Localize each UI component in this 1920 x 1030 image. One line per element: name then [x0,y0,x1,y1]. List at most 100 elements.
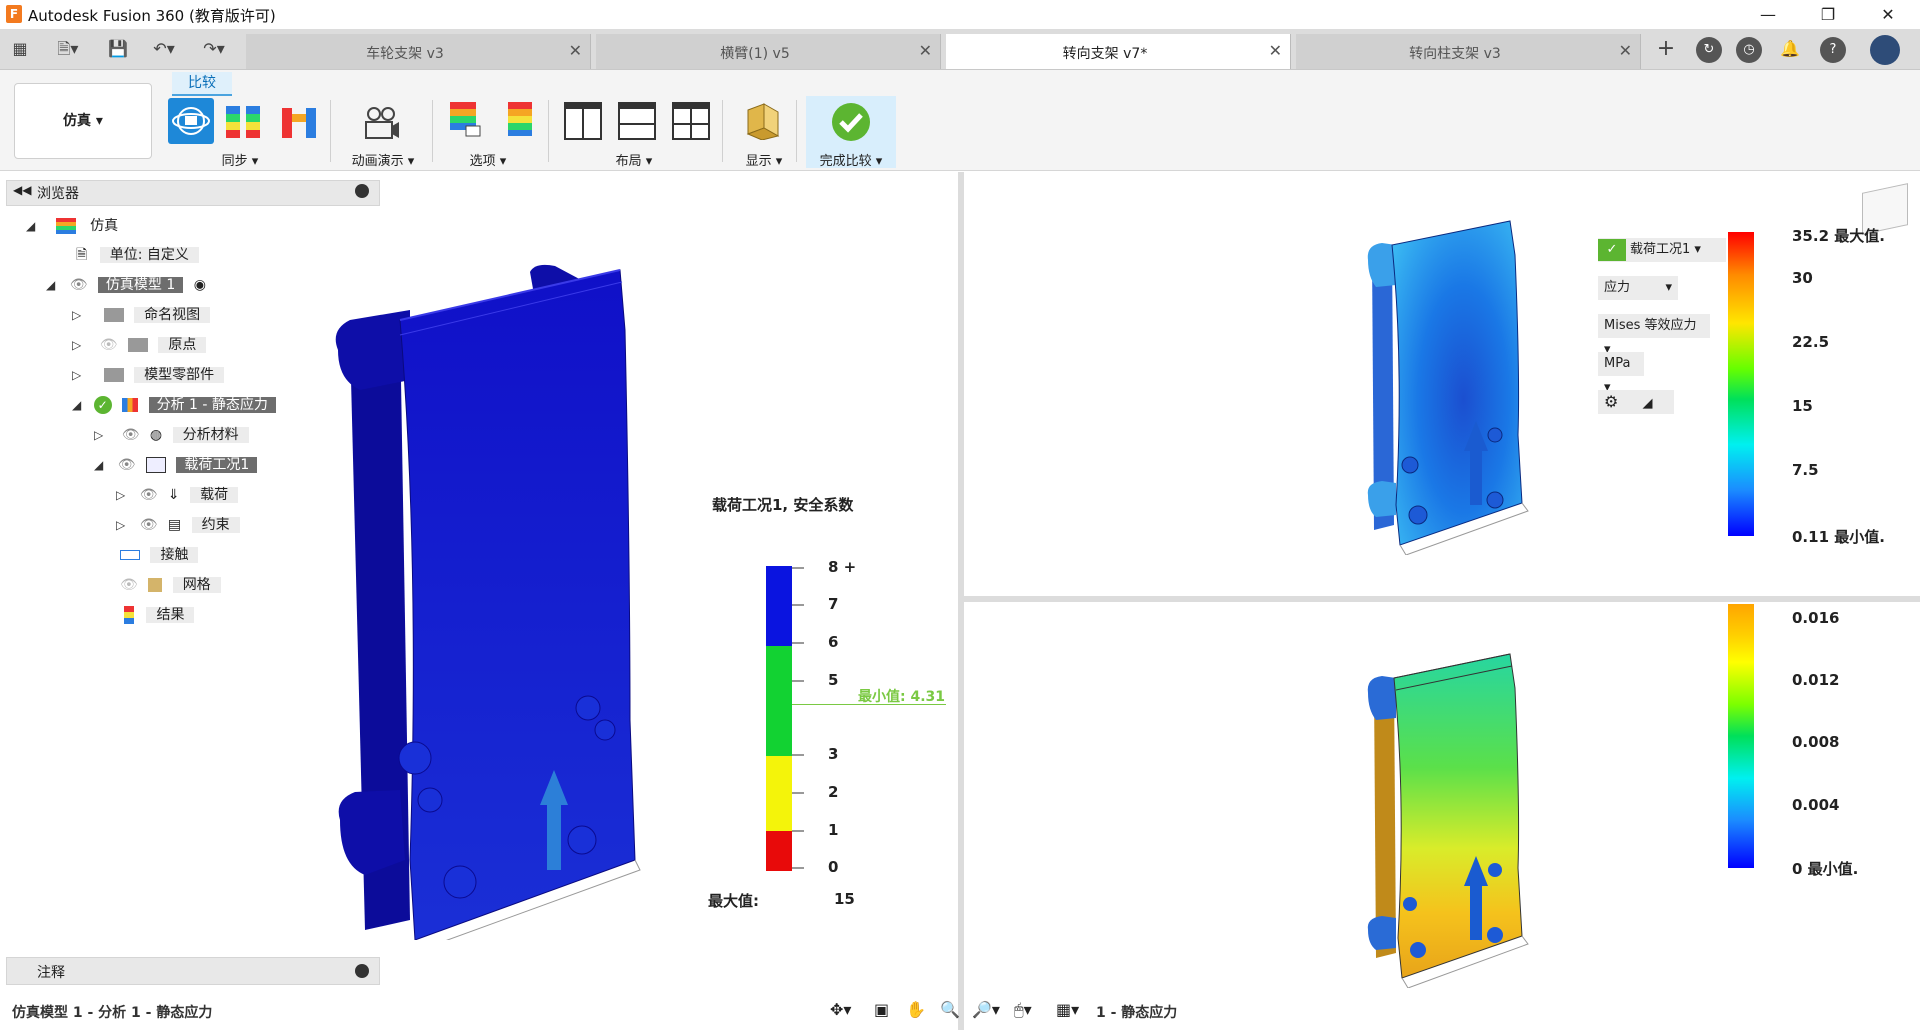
layout-group-label[interactable]: 布局 ▾ [596,150,672,169]
tree-root-row[interactable]: ◢ 仿真 [26,214,118,238]
animate-group-label[interactable]: 动画演示 ▾ [340,150,426,169]
legend-settings-row[interactable]: ⚙ ◢ [1598,390,1674,414]
sync-group-label[interactable]: 同步 ▾ [200,150,280,169]
new-tab-icon[interactable]: + [1654,37,1678,61]
loadcase-label: 载荷工况1 ▾ [1630,242,1701,257]
pan-hand-icon[interactable]: ✋ [906,1000,926,1019]
tree-row-origin[interactable]: ▷ 👁 原点 [72,333,207,357]
job-status-icon[interactable]: ↻ [1696,37,1722,63]
undo-icon[interactable]: ↶▾ [146,37,182,61]
loadcase-dropdown[interactable]: ✓ 载荷工况1 ▾ [1598,238,1726,262]
result-type-dropdown[interactable]: 应力 ▾ [1598,276,1678,300]
tree-row-material[interactable]: ▷ 👁 ◍ 分析材料 [94,423,249,447]
collapsed-arrow-icon[interactable]: ▷ [72,308,81,322]
hidden-eye-icon[interactable]: 👁 [100,337,118,353]
browser-panel-header[interactable]: ◀◀ 浏览器 [6,180,380,206]
tree-row-units[interactable]: 🗎 单位: 自定义 [76,243,199,267]
tree-row-components[interactable]: ▷ 模型零部件 [72,363,225,387]
panel-minimize-icon[interactable] [355,184,369,198]
radio-target-icon[interactable]: ◉ [194,277,206,293]
expanded-arrow-icon[interactable]: ◢ [94,458,103,472]
app-grid-icon[interactable]: ▦ [8,37,32,61]
notes-panel-header[interactable]: 注释 [6,957,380,985]
collapsed-arrow-icon[interactable]: ▷ [94,428,103,442]
file-menu-icon[interactable]: 🗎▾ [50,37,86,61]
options-group-label[interactable]: 选项 ▾ [450,150,526,169]
display-button[interactable] [744,102,782,144]
tree-label: 分析 1 - 静态应力 [148,397,276,413]
eye-icon[interactable]: 👁 [140,517,158,533]
tree-row-named-views[interactable]: ▷ 命名视图 [72,303,211,327]
close-window-button[interactable]: ✕ [1868,2,1908,28]
min-value-label: 最小值: 4.31 [858,689,946,705]
eye-icon[interactable]: 👁 [70,277,88,293]
layout-two-vertical-button[interactable] [564,102,602,144]
expanded-arrow-icon[interactable]: ◢ [46,278,55,292]
display-settings-icon[interactable]: 🖱▾ [1014,1000,1032,1020]
close-tab-icon[interactable]: ✕ [569,41,582,60]
expanded-arrow-icon[interactable]: ◢ [26,219,35,233]
collapsed-arrow-icon[interactable]: ▷ [72,338,81,352]
maximize-button[interactable]: ❐ [1808,2,1848,28]
tab-steering-column-bracket[interactable]: 转向柱支架 v3 ✕ [1296,34,1641,69]
redo-icon[interactable]: ↷▾ [196,37,232,61]
options-results-button[interactable] [446,100,484,142]
panel-minimize-icon[interactable] [355,964,369,978]
hidden-eye-icon[interactable]: 👁 [120,577,138,593]
zoom-icon[interactable]: 🔍 [940,1000,960,1019]
tab-wheel-bracket[interactable]: 车轮支架 v3 ✕ [246,34,591,69]
tree-row-results[interactable]: 结果 [124,603,195,627]
collapsed-arrow-icon[interactable]: ▷ [116,518,125,532]
displacement-model[interactable] [1360,648,1530,988]
layout-three-view-button[interactable] [672,102,710,144]
animate-button[interactable] [362,104,400,146]
navigation-bar: ✥▾ ▣ ✋ 🔍 🔎▾ 🖱▾ ▦▾ [830,996,1090,1026]
close-tab-icon[interactable]: ✕ [919,41,932,60]
avatar[interactable] [1870,35,1900,65]
tree-row-loads[interactable]: ▷ 👁 ⇓ 载荷 [116,483,239,507]
collapse-arrows-icon[interactable]: ◀◀ [13,183,31,197]
help-icon[interactable]: ? [1820,37,1846,63]
sync-results-button[interactable] [280,102,318,144]
sync-legend-button[interactable] [224,102,262,144]
gear-icon[interactable]: ⚙ [1604,392,1618,411]
ribbon-tab-compare[interactable]: 比较 [172,72,232,96]
tab-steering-bracket[interactable]: 转向支架 v7* ✕ [946,34,1291,69]
eye-icon[interactable]: 👁 [140,487,158,503]
collapsed-arrow-icon[interactable]: ▷ [72,368,81,382]
tree-row-constraints[interactable]: ▷ 👁 ▤ 约束 [116,513,240,537]
layout-two-horizontal-button[interactable] [618,102,656,144]
expand-corner-icon[interactable]: ◢ [1642,396,1652,411]
notes-title: 注释 [37,965,65,981]
safety-factor-model[interactable] [320,260,660,940]
workspace-dropdown[interactable]: 仿真 ▾ [14,83,152,159]
grid-settings-icon[interactable]: ▦▾ [1056,1000,1079,1019]
sync-camera-button[interactable] [168,98,214,144]
expanded-arrow-icon[interactable]: ◢ [72,398,81,412]
eye-icon[interactable]: 👁 [122,427,140,443]
save-icon[interactable]: 💾 [106,37,130,61]
stress-model[interactable] [1360,215,1530,555]
tree-row-contacts[interactable]: 接触 [120,543,199,567]
tree-row-mesh[interactable]: 👁 网格 [120,573,221,597]
notification-bell-icon[interactable]: 🔔 [1778,37,1802,61]
clock-icon[interactable]: ◷ [1736,37,1762,63]
orbit-icon[interactable]: ✥▾ [830,1000,851,1019]
viewport-divider-horizontal[interactable] [964,596,1920,602]
look-at-icon[interactable]: ▣ [874,1000,889,1019]
display-group-label[interactable]: 显示 ▾ [734,150,794,169]
collapsed-arrow-icon[interactable]: ▷ [116,488,125,502]
close-tab-icon[interactable]: ✕ [1619,41,1632,60]
minimize-button[interactable]: — [1748,2,1788,28]
tab-cross-arm[interactable]: 横臂(1) v5 ✕ [596,34,941,69]
options-legend-button[interactable] [500,100,538,142]
close-tab-icon[interactable]: ✕ [1269,41,1282,60]
tree-row-sim-model[interactable]: ◢ 👁 仿真模型 1 ◉ [46,273,206,297]
zoom-window-icon[interactable]: 🔎▾ [972,1000,1000,1019]
component-dropdown[interactable]: Mises 等效应力 ▾ [1598,314,1710,357]
eye-icon[interactable]: 👁 [118,457,136,473]
finish-compare-button[interactable]: 完成比较 ▾ [806,96,896,169]
tree-row-analysis[interactable]: ◢ ✓ 分析 1 - 静态应力 [72,393,276,417]
tree-row-loadcase[interactable]: ◢ 👁 载荷工况1 [94,453,258,477]
unit-dropdown[interactable]: MPa ▾ [1598,352,1644,395]
